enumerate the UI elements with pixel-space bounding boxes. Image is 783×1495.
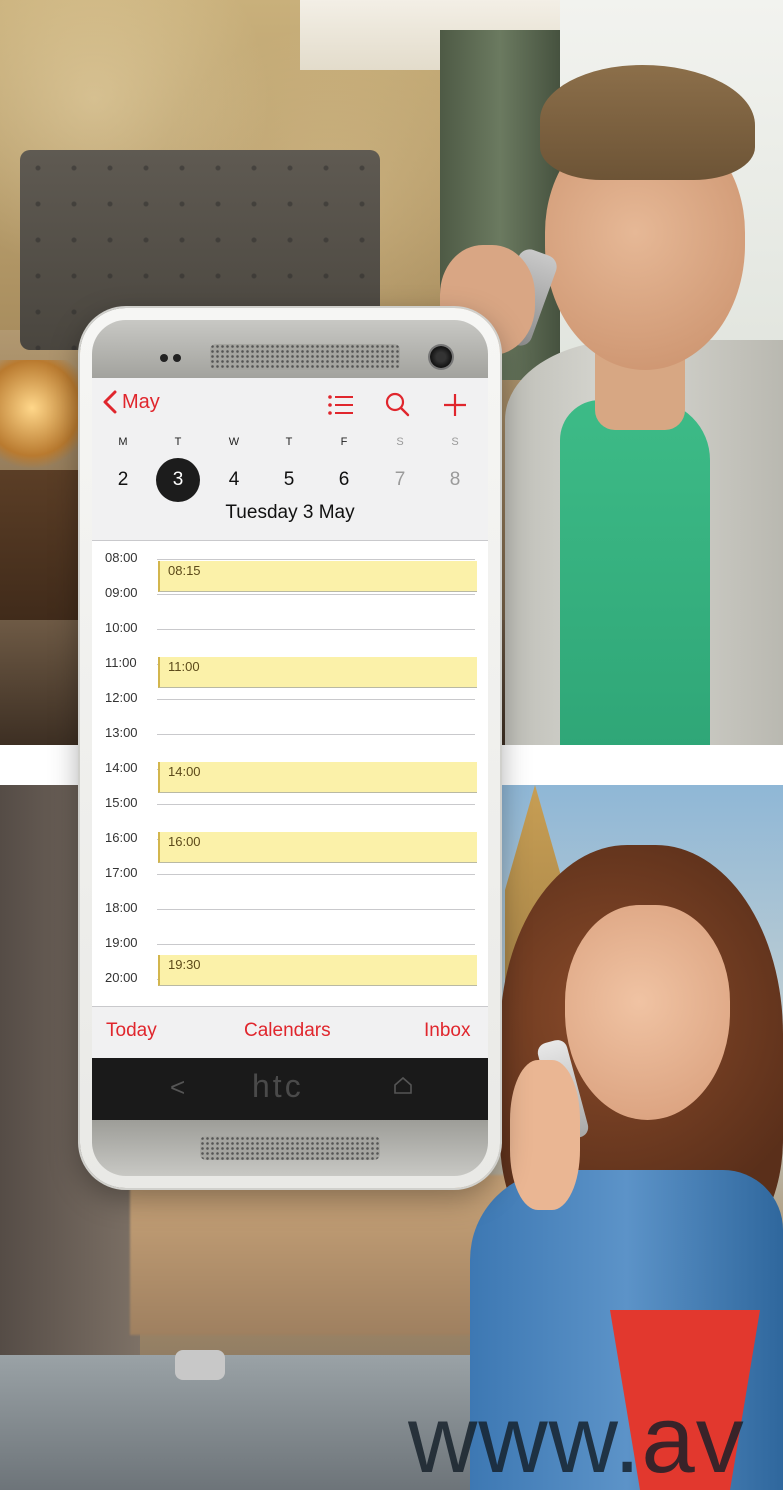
date-number: 5	[283, 469, 295, 490]
date-number: 4	[228, 469, 240, 490]
hour-gridline	[157, 874, 475, 875]
list-icon[interactable]	[326, 390, 356, 420]
hour-label: 14:00	[105, 760, 138, 775]
hour-gridline	[157, 734, 475, 735]
hour-gridline	[157, 804, 475, 805]
date-number: 2	[117, 469, 129, 490]
week-date-strip: 2 3 4 5 6 7 8	[92, 458, 488, 504]
calendar-event[interactable]: 19:30	[158, 954, 477, 986]
weekday-label: S	[451, 436, 459, 448]
hour-label: 11:00	[105, 655, 137, 670]
man-shirt	[560, 400, 710, 745]
calendar-event[interactable]: 16:00	[158, 832, 477, 863]
chevron-left-icon	[102, 390, 118, 415]
calendar-footer: Today Calendars Inbox	[92, 1006, 488, 1058]
search-icon[interactable]	[382, 390, 412, 420]
event-time: 11:00	[168, 659, 200, 674]
calendar-event[interactable]: 14:00	[158, 762, 477, 793]
calendars-button[interactable]: Calendars	[244, 1020, 331, 1042]
weekday-label: W	[228, 436, 240, 448]
date-cell[interactable]: 3	[156, 458, 200, 502]
car	[175, 1350, 225, 1380]
hour-label: 08:00	[105, 550, 138, 565]
nav-back-icon[interactable]: <	[170, 1072, 185, 1103]
hour-label: 09:00	[105, 585, 138, 600]
today-button[interactable]: Today	[106, 1020, 157, 1042]
date-cell[interactable]: 7	[380, 458, 420, 502]
hour-label: 18:00	[105, 900, 138, 915]
earpiece-speaker	[210, 344, 400, 370]
back-to-month-button[interactable]: May	[102, 390, 160, 415]
hour-label: 10:00	[105, 620, 138, 635]
calendar-header: May M T W T F S S 2 3 4 5 6 7 8 Tuesday …	[92, 378, 488, 541]
event-time: 08:15	[168, 562, 201, 578]
event-time: 19:30	[168, 956, 201, 972]
front-camera	[430, 346, 452, 368]
weekday-label: S	[396, 436, 404, 448]
phone-bottom-bezel	[92, 1120, 488, 1176]
hour-label: 12:00	[105, 690, 138, 705]
hour-gridline	[157, 909, 475, 910]
weekday-label: T	[285, 436, 293, 448]
date-number: 6	[338, 469, 350, 490]
back-label: May	[122, 391, 160, 413]
sensor-dots	[160, 354, 181, 362]
plus-icon[interactable]	[440, 390, 470, 420]
phone-device: May M T W T F S S 2 3 4 5 6 7 8 Tuesday …	[80, 308, 500, 1188]
calendar-event[interactable]: 11:00	[158, 657, 477, 688]
date-cell[interactable]: 4	[214, 458, 254, 502]
woman-hand	[510, 1060, 580, 1210]
home-icon[interactable]	[392, 1074, 414, 1096]
phone-top-bezel	[92, 320, 488, 386]
day-timeline[interactable]: 08:00 09:00 10:00 11:00 12:00 13:00 14:00 15:00…	[92, 541, 488, 1006]
date-cell[interactable]: 8	[435, 458, 475, 502]
hour-label: 20:00	[105, 970, 138, 985]
hour-label: 16:00	[105, 830, 138, 845]
man-hair	[540, 65, 755, 180]
hour-label: 13:00	[105, 725, 138, 740]
selected-date-title: Tuesday 3 May	[225, 502, 355, 523]
building-row	[130, 1175, 510, 1335]
hour-gridline	[157, 699, 475, 700]
inbox-button[interactable]: Inbox	[424, 1020, 470, 1042]
date-cell[interactable]: 2	[103, 458, 143, 502]
weekday-label: M	[118, 436, 128, 448]
date-number: 3	[172, 469, 184, 490]
event-time: 16:00	[168, 834, 201, 849]
hour-gridline	[157, 629, 475, 630]
event-time: 14:00	[168, 764, 201, 779]
hour-label: 15:00	[105, 795, 138, 810]
brand-logo: htc	[252, 1068, 304, 1104]
hour-label: 17:00	[105, 865, 138, 880]
hour-label: 19:00	[105, 935, 138, 950]
bottom-speaker	[200, 1136, 380, 1160]
weekday-label: T	[174, 436, 182, 448]
hour-gridline	[157, 594, 475, 595]
date-number: 8	[449, 469, 461, 490]
date-cell[interactable]: 5	[269, 458, 309, 502]
watermark: www.av	[408, 1386, 745, 1493]
lamp	[0, 360, 80, 480]
calendar-event[interactable]: 08:15	[158, 560, 477, 592]
hour-gridline	[157, 944, 475, 945]
date-number: 7	[394, 469, 406, 490]
weekday-label: F	[340, 436, 348, 448]
date-cell[interactable]: 6	[324, 458, 364, 502]
android-nav-bar: < htc	[92, 1058, 488, 1120]
weekday-row: M T W T F S S	[92, 436, 488, 454]
woman-face	[565, 905, 730, 1120]
calendar-screen: May M T W T F S S 2 3 4 5 6 7 8 Tuesday …	[92, 378, 488, 1058]
